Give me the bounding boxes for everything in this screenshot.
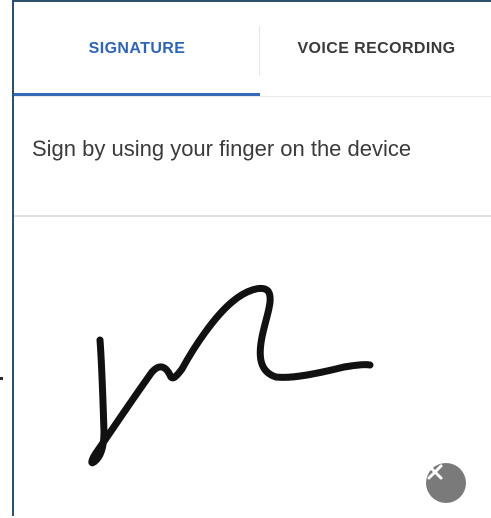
signature-stroke <box>88 285 374 467</box>
tab-signature[interactable]: SIGNATURE <box>14 2 260 95</box>
tab-signature-label: SIGNATURE <box>88 39 186 57</box>
clear-signature-button[interactable] <box>426 463 466 503</box>
signature-instruction: Sign by using your finger on the device <box>32 136 412 161</box>
signature-panel: SIGNATURE VOICE RECORDING Sign by using … <box>12 0 491 518</box>
signature-pad[interactable] <box>14 217 491 518</box>
tab-voice-recording-label: VOICE RECORDING <box>297 39 456 57</box>
tab-bar-border <box>14 96 491 97</box>
tab-divider <box>259 26 260 76</box>
edge-marker <box>0 377 3 380</box>
signature-stroke-canvas <box>88 285 374 467</box>
tab-bar: SIGNATURE VOICE RECORDING <box>14 2 491 97</box>
tab-voice-recording[interactable]: VOICE RECORDING <box>262 2 491 95</box>
close-icon <box>427 464 443 480</box>
